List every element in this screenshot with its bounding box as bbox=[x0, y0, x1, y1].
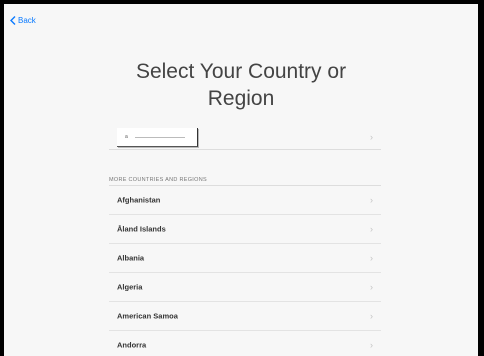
suggested-country-box: a bbox=[117, 128, 198, 147]
list-item-aland-islands[interactable]: Åland Islands › bbox=[109, 215, 381, 244]
chevron-right-icon: › bbox=[370, 253, 373, 263]
page-title-line-2: Region bbox=[207, 87, 275, 111]
section-header: MORE COUNTRIES AND REGIONS bbox=[109, 177, 207, 183]
screen: Back Select Your Country or Region a › M… bbox=[4, 4, 478, 356]
list-item-label: Andorra bbox=[117, 340, 147, 350]
back-label: Back bbox=[18, 16, 36, 25]
list-item-label: Afghanistan bbox=[117, 195, 161, 205]
list-item-american-samoa[interactable]: American Samoa › bbox=[109, 302, 381, 331]
chevron-right-icon: › bbox=[370, 131, 373, 142]
list-item-label: American Samoa bbox=[117, 311, 178, 321]
back-button[interactable]: Back bbox=[10, 16, 36, 25]
chevron-right-icon: › bbox=[370, 282, 373, 292]
list-item-label: Åland Islands bbox=[117, 224, 166, 234]
list-item-algeria[interactable]: Algeria › bbox=[109, 273, 381, 302]
list-item-albania[interactable]: Albania › bbox=[109, 244, 381, 273]
chevron-right-icon: › bbox=[370, 340, 373, 350]
suggested-country-row[interactable]: a › bbox=[109, 124, 381, 150]
chevron-left-icon bbox=[10, 16, 16, 25]
page-title: Select Your Country or Region bbox=[4, 58, 478, 112]
chevron-right-icon: › bbox=[370, 311, 373, 321]
suggested-country-text: a bbox=[125, 134, 128, 140]
list-item-andorra[interactable]: Andorra › bbox=[109, 331, 381, 356]
chevron-right-icon: › bbox=[370, 195, 373, 205]
chevron-right-icon: › bbox=[370, 224, 373, 234]
list-item-label: Algeria bbox=[117, 282, 143, 292]
list-item-label: Albania bbox=[117, 253, 145, 263]
list-item-afghanistan[interactable]: Afghanistan › bbox=[109, 186, 381, 215]
suggested-country-underline bbox=[135, 137, 185, 138]
country-list: Afghanistan › Åland Islands › Albania › … bbox=[109, 186, 381, 356]
page-title-line-1: Select Your Country or bbox=[135, 60, 347, 84]
